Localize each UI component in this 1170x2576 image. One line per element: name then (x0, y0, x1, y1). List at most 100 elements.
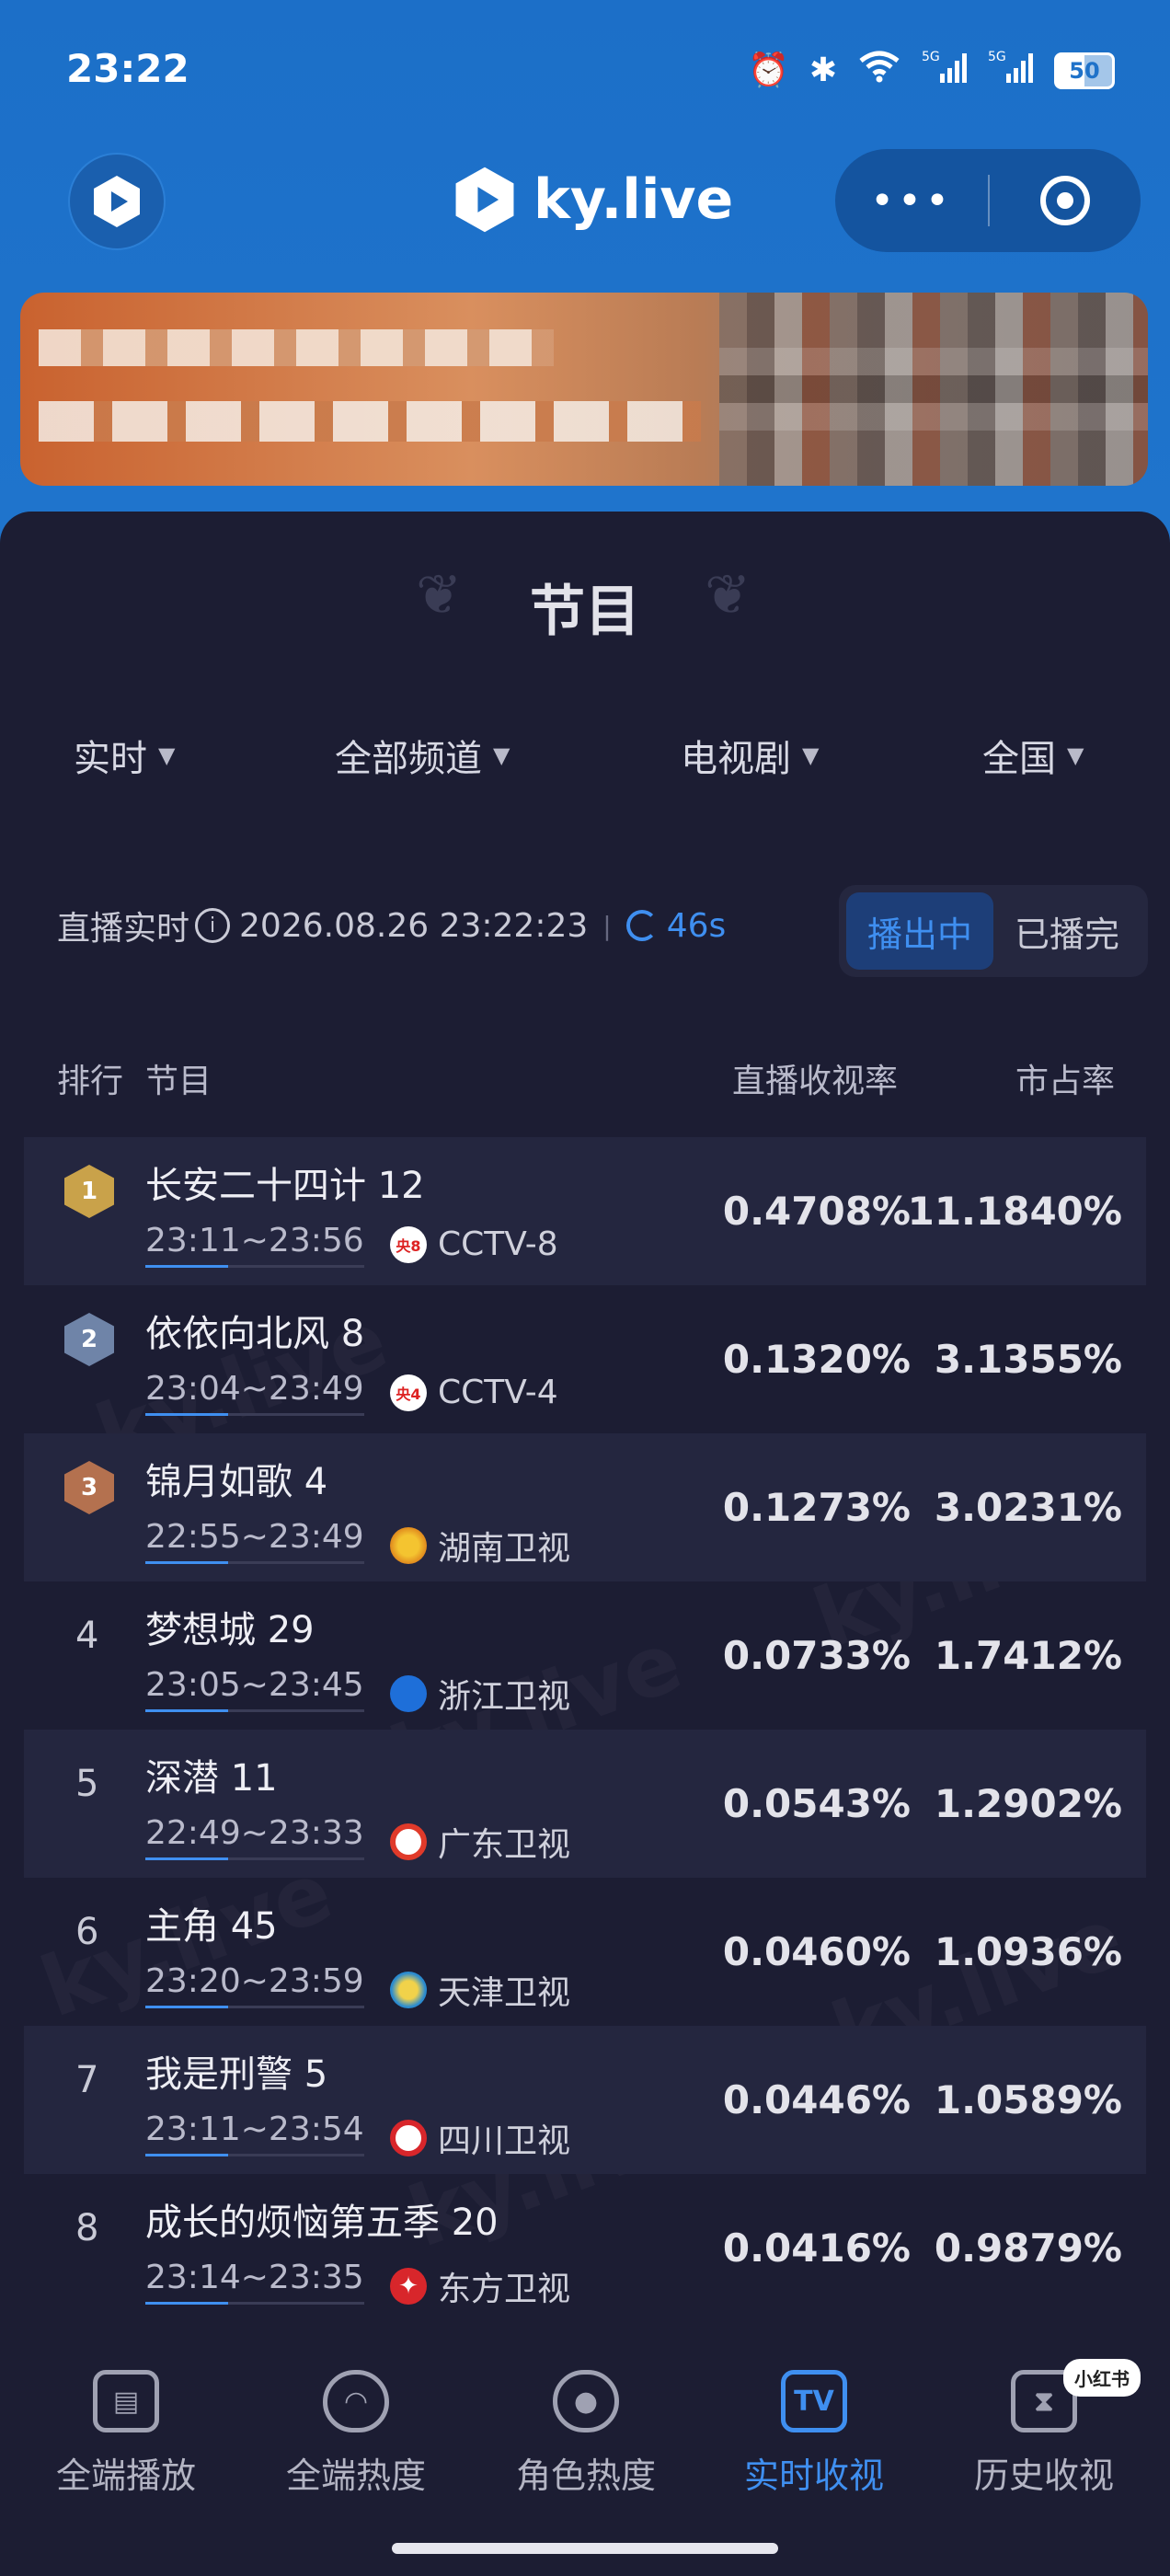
filter-region-label: 全国 (982, 738, 1056, 780)
brand-name: ky.live (533, 167, 734, 232)
finished-tab[interactable]: 已播完 (993, 892, 1141, 970)
banner-pixel-block (39, 329, 554, 366)
bronze-medal-icon: 3 (64, 1461, 114, 1514)
filter-time-label: 实时 (74, 738, 147, 780)
info-icon[interactable]: i (195, 908, 231, 943)
header-share[interactable]: 市占率 (1015, 1054, 1115, 1102)
rank-number: 5 (75, 1763, 99, 1805)
program-time: 23:11~23:54 (145, 2110, 364, 2156)
table-row[interactable]: 7 我是刑警 5 23:11~23:54 四川卫视 0.0446% 1.0589… (24, 2026, 1146, 2174)
market-share: 3.1355% (934, 1337, 1122, 1382)
ratings-table: 1 长安二十四计 12 23:11~23:56 央8 CCTV-8 0.4708… (24, 1137, 1146, 2322)
close-mini-program-button[interactable] (990, 149, 1141, 252)
table-row[interactable]: 6 主角 45 23:20~23:59 天津卫视 0.0460% 1.0936% (24, 1878, 1146, 2026)
rank-number: 4 (75, 1615, 99, 1657)
dragon-tv-logo-icon: ✦ (390, 2268, 427, 2305)
svg-text:5G: 5G (922, 50, 940, 64)
filter-genre[interactable]: 电视剧 ▼ (681, 729, 819, 782)
live-label: 直播实时 (57, 910, 190, 948)
status-bar: 23:22 ⏰ ✱ 5G 5G 50 (0, 0, 1170, 147)
header-rating[interactable]: 直播收视率 (732, 1054, 898, 1102)
filter-time[interactable]: 实时 ▼ (74, 729, 175, 782)
brand: ky.live (449, 164, 733, 236)
cctv8-logo-icon: 央8 (390, 1225, 427, 1263)
status-icons: ⏰ ✱ 5G 5G 50 (748, 48, 1115, 93)
nav-all-play[interactable]: ▤ 全端播放 (9, 2370, 243, 2498)
promo-banner[interactable] (20, 293, 1148, 486)
nav-all-heat[interactable]: ◠ 全端热度 (239, 2370, 473, 2498)
channel-name: 四川卫视 (438, 2122, 571, 2160)
caret-down-icon: ▼ (802, 742, 820, 768)
bottom-nav: ▤ 全端播放 ◠ 全端热度 ● 角色热度 TV 实时收视 ⧗ 历史收视 (0, 2333, 1170, 2576)
program-title: 深潜 11 (145, 1757, 278, 1800)
filter-channel[interactable]: 全部频道 ▼ (335, 729, 510, 782)
filter-channel-label: 全部频道 (335, 738, 482, 780)
brand-logo-icon (455, 167, 514, 233)
live-rating: 0.0446% (722, 2077, 911, 2122)
live-rating: 0.0460% (722, 1929, 911, 1974)
app-logo-button[interactable] (68, 153, 166, 250)
filter-region[interactable]: 全国 ▼ (982, 729, 1084, 782)
live-info-row: 直播实时 i 2026.08.26 23:22:23 | 46s (57, 902, 726, 949)
countdown-value: 46s (666, 906, 727, 945)
laurel-right-icon: ❦ (705, 563, 751, 627)
filter-genre-label: 电视剧 (681, 738, 791, 780)
cctv4-logo-icon: 央4 (390, 1374, 427, 1411)
program-time: 22:49~23:33 (145, 1814, 364, 1860)
wifi-icon (857, 50, 901, 91)
table-row[interactable]: 8 成长的烦恼第五季 20 23:14~23:35 ✦ 东方卫视 0.0416%… (24, 2174, 1146, 2322)
banner-pixel-block (719, 348, 1148, 431)
nav-label: 全端播放 (55, 2455, 196, 2496)
filter-bar: 实时 ▼ 全部频道 ▼ 电视剧 ▼ 全国 ▼ (0, 729, 1170, 793)
table-row[interactable]: 1 长安二十四计 12 23:11~23:56 央8 CCTV-8 0.4708… (24, 1137, 1146, 1285)
source-watermark-tag: 小红书 (1063, 2359, 1141, 2397)
caret-down-icon: ▼ (1067, 742, 1084, 768)
table-row[interactable]: 5 深潜 11 22:49~23:33 广东卫视 0.0543% 1.2902% (24, 1730, 1146, 1878)
nav-role-heat[interactable]: ● 角色热度 (469, 2370, 703, 2498)
table-row[interactable]: 4 梦想城 29 23:05~23:45 浙江卫视 0.0733% 1.7412… (24, 1581, 1146, 1730)
caret-down-icon: ▼ (493, 742, 510, 768)
channel: 湖南卫视 (390, 1522, 570, 1570)
program-time: 23:14~23:35 (145, 2259, 364, 2305)
live-rating: 0.0416% (722, 2225, 911, 2271)
gold-medal-icon: 1 (64, 1165, 114, 1218)
channel-name: 东方卫视 (438, 2271, 571, 2308)
nav-label: 历史收视 (973, 2455, 1114, 2496)
tianjin-tv-logo-icon (390, 1972, 427, 2008)
battery-icon: 50 (1054, 52, 1115, 89)
silver-medal-icon: 2 (64, 1313, 114, 1366)
market-share: 1.0936% (934, 1929, 1122, 1974)
tv-icon: TV (781, 2370, 847, 2432)
header-rank: 排行 (57, 1063, 124, 1100)
home-indicator[interactable] (392, 2543, 778, 2554)
channel-name: CCTV-4 (438, 1374, 558, 1411)
bluetooth-icon: ✱ (809, 51, 837, 89)
program-title: 依依向北风 8 (145, 1313, 365, 1355)
market-share: 1.0589% (934, 2077, 1122, 2122)
separator: | (602, 910, 612, 941)
program-time: 23:05~23:45 (145, 1666, 364, 1712)
more-button[interactable]: ••• (835, 149, 988, 252)
guangdong-tv-logo-icon (390, 1823, 427, 1860)
signal-5g-icon: 5G (988, 48, 1034, 93)
on-air-tab[interactable]: 播出中 (846, 892, 993, 970)
table-row[interactable]: 3 锦月如歌 4 22:55~23:49 湖南卫视 0.1273% 3.0231… (24, 1433, 1146, 1581)
caret-down-icon: ▼ (158, 742, 176, 768)
nav-label: 实时收视 (743, 2455, 884, 2496)
zhejiang-tv-logo-icon (390, 1675, 427, 1712)
table-row[interactable]: 2 依依向北风 8 23:04~23:49 央4 CCTV-4 0.1320% … (24, 1285, 1146, 1433)
market-share: 0.9879% (934, 2225, 1122, 2271)
flame-icon: ◠ (323, 2370, 389, 2432)
refresh-countdown[interactable]: 46s (625, 906, 727, 945)
program-time: 22:55~23:49 (145, 1518, 364, 1564)
nav-label: 全端热度 (285, 2455, 426, 2496)
program-title: 长安二十四计 12 (145, 1165, 425, 1207)
svg-text:5G: 5G (988, 50, 1006, 64)
program-title: 锦月如歌 4 (145, 1461, 328, 1503)
live-rating: 0.1320% (722, 1337, 911, 1382)
ratings-panel: ❦ 节目 ❦ 实时 ▼ 全部频道 ▼ 电视剧 ▼ 全国 ▼ 直播实时 i 202… (0, 512, 1170, 2576)
live-rating: 0.1273% (722, 1485, 911, 1530)
market-share: 1.2902% (934, 1781, 1122, 1826)
program-title: 梦想城 29 (145, 1609, 315, 1651)
nav-realtime-ratings[interactable]: TV 实时收视 (697, 2370, 931, 2498)
